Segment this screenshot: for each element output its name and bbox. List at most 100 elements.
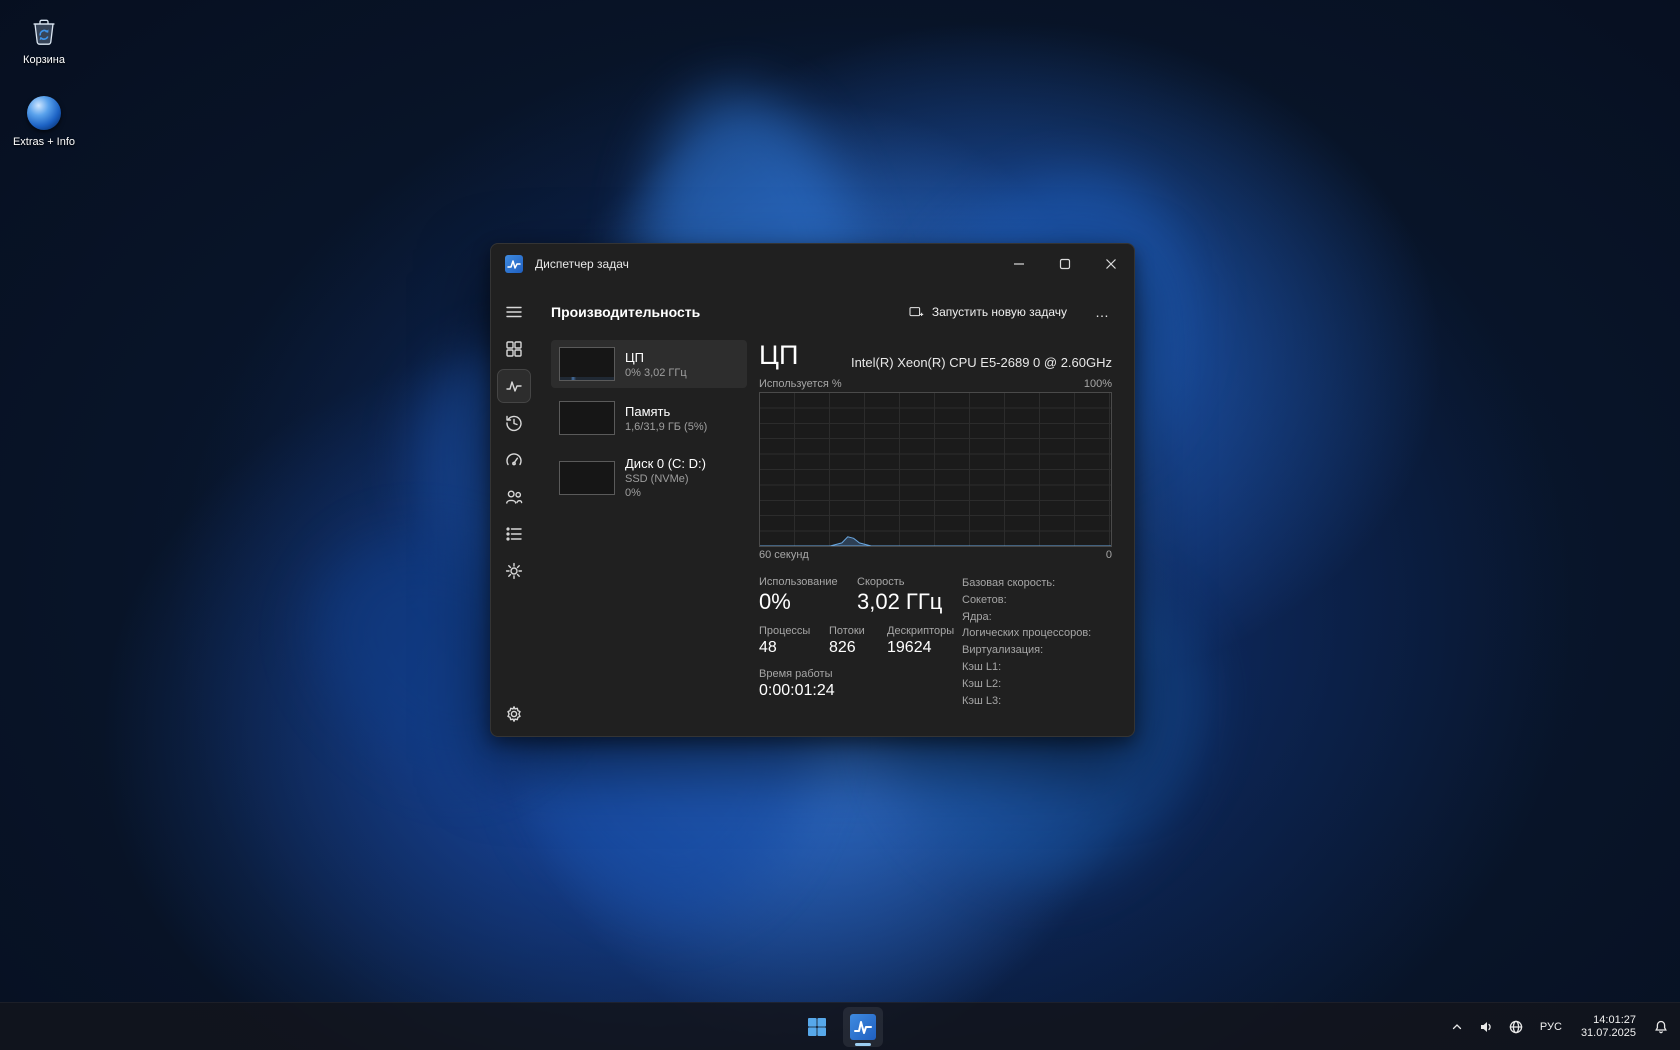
chevron-up-icon xyxy=(1450,1020,1464,1034)
app-history-icon xyxy=(504,413,524,433)
processes-icon xyxy=(504,339,524,359)
sidebar-item-startup-apps[interactable] xyxy=(498,444,530,476)
sidebar-item-services[interactable] xyxy=(498,555,530,587)
cpu-usage-series xyxy=(760,393,1111,546)
volume-button[interactable] xyxy=(1473,1007,1499,1047)
users-icon xyxy=(504,487,524,507)
volume-icon xyxy=(1478,1019,1494,1035)
tray-overflow-button[interactable] xyxy=(1445,1007,1469,1047)
processes-label: Процессы xyxy=(759,624,829,638)
maximize-button[interactable] xyxy=(1042,244,1088,284)
task-manager-sidebar xyxy=(491,284,537,736)
handles-value: 19624 xyxy=(887,638,954,658)
hamburger-icon xyxy=(504,302,524,322)
perf-item-detail2: 0% xyxy=(625,486,706,500)
chart-axis-zero-label: 0 xyxy=(1106,549,1112,561)
info-label: Виртуализация: xyxy=(962,642,1043,659)
chart-axis-time-label: 60 секунд xyxy=(759,549,809,561)
memory-mini-graph xyxy=(559,401,615,435)
page-title: Производительность xyxy=(551,304,700,320)
info-label: Сокетов: xyxy=(962,592,1007,609)
performance-metric-list: ЦП 0% 3,02 ГГц Память 1,6/31,9 ГБ (5%) xyxy=(551,340,747,736)
language-indicator[interactable]: РУС xyxy=(1533,1007,1569,1047)
cpu-spec-info: Базовая скорость: Сокетов: Ядра: Логичес… xyxy=(962,575,1112,736)
info-label: Логических процессоров: xyxy=(962,625,1091,642)
speed-value: 3,02 ГГц xyxy=(857,589,942,615)
cpu-mini-graph xyxy=(559,347,615,381)
cpu-detail-panel: ЦП Intel(R) Xeon(R) CPU E5-2689 0 @ 2.60… xyxy=(747,340,1134,736)
cpu-detail-title: ЦП xyxy=(759,340,798,370)
desktop-icon-extras-info[interactable]: Extras + Info xyxy=(0,94,88,149)
perf-item-name: Память xyxy=(625,403,707,420)
run-new-task-label: Запустить новую задачу xyxy=(932,305,1067,319)
processes-value: 48 xyxy=(759,638,829,658)
threads-value: 826 xyxy=(829,638,887,658)
start-button[interactable] xyxy=(797,1007,837,1047)
details-icon xyxy=(504,524,524,544)
startup-apps-icon xyxy=(504,450,524,470)
handles-label: Дескрипторы xyxy=(887,624,954,638)
window-title: Диспетчер задач xyxy=(535,257,629,271)
titlebar[interactable]: Диспетчер задач xyxy=(491,244,1134,284)
task-manager-taskbar-icon xyxy=(850,1014,876,1040)
run-new-task-button[interactable]: Запустить новую задачу xyxy=(898,298,1077,326)
task-manager-app-icon xyxy=(505,255,523,273)
window-controls xyxy=(996,244,1134,284)
cpu-usage-chart[interactable] xyxy=(759,392,1112,547)
notifications-button[interactable] xyxy=(1648,1007,1674,1047)
desktop-icon-recycle-bin[interactable]: Корзина xyxy=(0,12,88,67)
sidebar-item-users[interactable] xyxy=(498,481,530,513)
close-button[interactable] xyxy=(1088,244,1134,284)
system-tray: РУС 14:01:27 31.07.2025 xyxy=(1445,1003,1674,1050)
speed-label: Скорость xyxy=(857,575,942,589)
clock-date: 31.07.2025 xyxy=(1581,1027,1636,1040)
perf-item-disk0[interactable]: Диск 0 (C: D:) SSD (NVMe) 0% xyxy=(551,448,747,507)
sidebar-item-details[interactable] xyxy=(498,518,530,550)
info-label: Кэш L2: xyxy=(962,676,1001,693)
network-icon xyxy=(1508,1019,1524,1035)
uptime-label: Время работы xyxy=(759,667,835,681)
info-label: Кэш L3: xyxy=(962,693,1001,710)
taskbar-clock[interactable]: 14:01:27 31.07.2025 xyxy=(1573,1014,1644,1040)
clock-time: 14:01:27 xyxy=(1581,1014,1636,1027)
extras-info-icon xyxy=(25,94,63,132)
perf-item-name: Диск 0 (C: D:) xyxy=(625,455,706,472)
taskbar-item-task-manager[interactable] xyxy=(843,1007,883,1047)
chart-axis-max-label: 100% xyxy=(1084,378,1112,390)
bell-icon xyxy=(1653,1019,1669,1035)
info-label: Базовая скорость: xyxy=(962,575,1055,592)
sidebar-item-performance[interactable] xyxy=(498,370,530,402)
sidebar-item-settings[interactable] xyxy=(498,698,530,730)
windows-start-icon xyxy=(805,1015,829,1039)
more-options-button[interactable]: … xyxy=(1085,300,1120,324)
settings-icon xyxy=(504,704,524,724)
taskbar: РУС 14:01:27 31.07.2025 xyxy=(0,1002,1680,1050)
perf-item-name: ЦП xyxy=(625,349,687,366)
sidebar-item-processes[interactable] xyxy=(498,333,530,365)
sidebar-item-app-history[interactable] xyxy=(498,407,530,439)
perf-item-cpu[interactable]: ЦП 0% 3,02 ГГц xyxy=(551,340,747,388)
sidebar-menu-toggle[interactable] xyxy=(498,296,530,328)
uptime-value: 0:00:01:24 xyxy=(759,681,835,701)
recycle-bin-icon xyxy=(25,12,63,50)
cpu-model-name: Intel(R) Xeon(R) CPU E5-2689 0 @ 2.60GHz xyxy=(851,355,1112,370)
new-task-icon xyxy=(908,304,924,320)
performance-icon xyxy=(504,376,524,396)
desktop-icon-label: Корзина xyxy=(0,54,88,67)
usage-value: 0% xyxy=(759,589,857,615)
services-icon xyxy=(504,561,524,581)
chart-axis-usage-label: Используется % xyxy=(759,378,842,390)
threads-label: Потоки xyxy=(829,624,887,638)
minimize-button[interactable] xyxy=(996,244,1042,284)
perf-item-detail: 1,6/31,9 ГБ (5%) xyxy=(625,420,707,434)
performance-page: Производительность Запустить новую задач… xyxy=(537,284,1134,736)
disk-mini-graph xyxy=(559,461,615,495)
perf-item-detail: 0% 3,02 ГГц xyxy=(625,366,687,380)
page-header: Производительность Запустить новую задач… xyxy=(551,296,1134,328)
info-label: Кэш L1: xyxy=(962,659,1001,676)
usage-label: Использование xyxy=(759,575,857,589)
task-manager-window: Диспетчер задач xyxy=(490,243,1135,737)
perf-item-memory[interactable]: Память 1,6/31,9 ГБ (5%) xyxy=(551,394,747,442)
network-button[interactable] xyxy=(1503,1007,1529,1047)
cpu-stats: Использование 0% Скорость 3,02 ГГц xyxy=(759,575,962,736)
